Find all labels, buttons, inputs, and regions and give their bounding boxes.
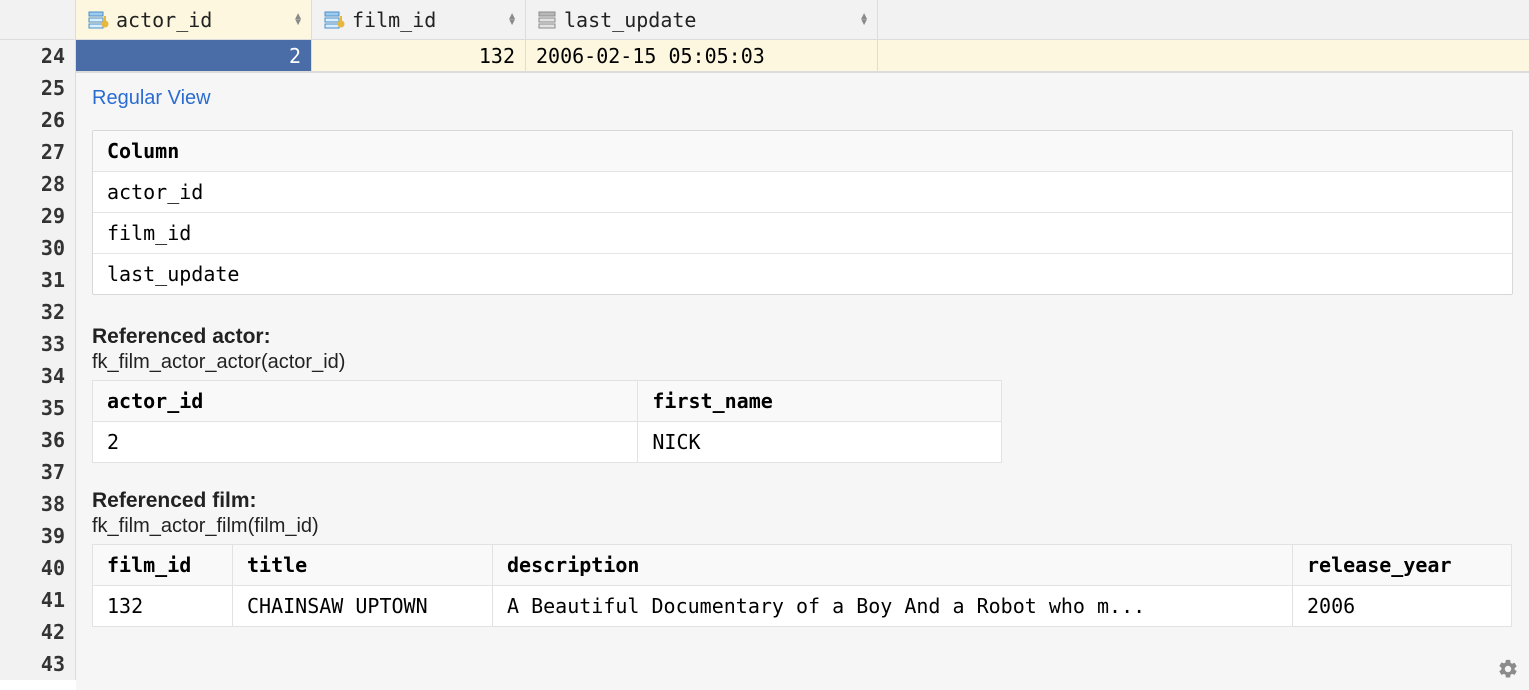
sort-icon[interactable]: ▲▼ xyxy=(859,14,869,26)
gutter-row-number[interactable]: 38 xyxy=(0,488,75,520)
ref-film-title: Referenced film: xyxy=(92,489,1513,513)
table-row: actor_id first_name xyxy=(93,381,1002,422)
column-header-last-update[interactable]: last_update ▲▼ xyxy=(526,0,878,39)
column-list-table: Column actor_id film_id last_update xyxy=(92,130,1513,295)
row-gutter: 2425262728293031323334353637383940414243 xyxy=(0,40,76,680)
gutter-row-number[interactable]: 30 xyxy=(0,232,75,264)
column-list-header: Column xyxy=(93,131,1512,172)
ref-actor-title: Referenced actor: xyxy=(92,325,1513,349)
gutter-row-number[interactable]: 27 xyxy=(0,136,75,168)
ref-actor-table: actor_id first_name 2 NICK xyxy=(92,380,1002,463)
column-label: film_id xyxy=(352,8,436,32)
column-label: actor_id xyxy=(116,8,212,32)
ref-actor-th[interactable]: actor_id xyxy=(93,381,638,422)
ref-film-table: film_id title description release_year 1… xyxy=(92,544,1512,627)
ref-film-th[interactable]: title xyxy=(233,545,493,586)
column-label: last_update xyxy=(564,8,696,32)
referenced-film-block: Referenced film: fk_film_actor_film(film… xyxy=(92,489,1513,627)
table-row[interactable]: 132 CHAINSAW UPTOWN A Beautiful Document… xyxy=(93,586,1512,627)
grid-header: actor_id ▲▼ film_id ▲▼ last_update ▲▼ xyxy=(0,0,1529,40)
gutter-row-number[interactable]: 33 xyxy=(0,328,75,360)
data-row[interactable]: 2 132 2006-02-15 05:05:03 xyxy=(76,40,1529,72)
ref-actor-td[interactable]: 2 xyxy=(93,422,638,463)
column-list-item[interactable]: film_id xyxy=(93,213,1512,254)
gutter-row-number[interactable]: 39 xyxy=(0,520,75,552)
gutter-row-number[interactable]: 40 xyxy=(0,552,75,584)
ref-film-th[interactable]: film_id xyxy=(93,545,233,586)
ref-film-subtitle: fk_film_actor_film(film_id) xyxy=(92,515,1513,538)
gutter-row-number[interactable]: 31 xyxy=(0,264,75,296)
gutter-row-number[interactable]: 26 xyxy=(0,104,75,136)
ref-film-td[interactable]: A Beautiful Documentary of a Boy And a R… xyxy=(493,586,1293,627)
ref-actor-td[interactable]: NICK xyxy=(638,422,1002,463)
cell-actor-id[interactable]: 2 xyxy=(76,40,312,71)
gutter-row-number[interactable]: 42 xyxy=(0,616,75,648)
ref-film-th[interactable]: description xyxy=(493,545,1293,586)
gutter-row-number[interactable]: 35 xyxy=(0,392,75,424)
table-row: film_id title description release_year xyxy=(93,545,1512,586)
ref-film-td[interactable]: 132 xyxy=(93,586,233,627)
referenced-actor-block: Referenced actor: fk_film_actor_actor(ac… xyxy=(92,325,1513,463)
gutter-row-number[interactable]: 41 xyxy=(0,584,75,616)
column-icon xyxy=(538,10,558,30)
column-list-item[interactable]: actor_id xyxy=(93,172,1512,213)
gutter-row-number[interactable]: 24 xyxy=(0,40,75,72)
gutter-row-number[interactable]: 36 xyxy=(0,424,75,456)
column-header-actor-id[interactable]: actor_id ▲▼ xyxy=(76,0,312,39)
gutter-corner xyxy=(0,0,76,39)
gutter-row-number[interactable]: 32 xyxy=(0,296,75,328)
ref-film-td[interactable]: 2006 xyxy=(1293,586,1512,627)
gutter-row-number[interactable]: 29 xyxy=(0,200,75,232)
gear-icon[interactable] xyxy=(1497,658,1519,680)
sort-icon[interactable]: ▲▼ xyxy=(293,14,303,26)
gutter-row-number[interactable]: 34 xyxy=(0,360,75,392)
gutter-row-number[interactable]: 28 xyxy=(0,168,75,200)
ref-actor-subtitle: fk_film_actor_actor(actor_id) xyxy=(92,351,1513,374)
regular-view-link[interactable]: Regular View xyxy=(92,87,211,109)
gutter-row-number[interactable]: 25 xyxy=(0,72,75,104)
cell-last-update[interactable]: 2006-02-15 05:05:03 xyxy=(526,40,878,71)
ref-film-td[interactable]: CHAINSAW UPTOWN xyxy=(233,586,493,627)
sort-icon[interactable]: ▲▼ xyxy=(507,14,517,26)
cell-film-id[interactable]: 132 xyxy=(312,40,526,71)
detail-panel: Regular View Column actor_id film_id las… xyxy=(76,72,1529,690)
pk-icon xyxy=(88,10,110,30)
gutter-row-number[interactable]: 37 xyxy=(0,456,75,488)
fk-icon xyxy=(324,10,346,30)
column-list-item[interactable]: last_update xyxy=(93,254,1512,294)
table-row[interactable]: 2 NICK xyxy=(93,422,1002,463)
ref-film-th[interactable]: release_year xyxy=(1293,545,1512,586)
gutter-row-number[interactable]: 43 xyxy=(0,648,75,680)
column-header-film-id[interactable]: film_id ▲▼ xyxy=(312,0,526,39)
ref-actor-th[interactable]: first_name xyxy=(638,381,1002,422)
